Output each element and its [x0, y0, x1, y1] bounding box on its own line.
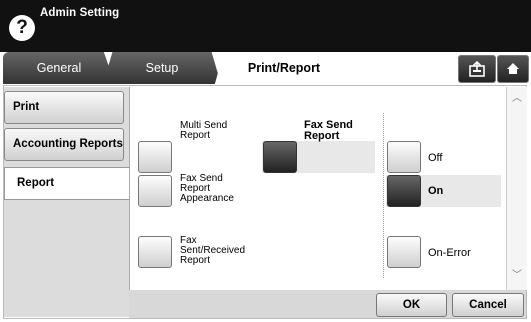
fax-send-report-button[interactable] [263, 141, 297, 173]
sidebar-item-report[interactable]: Report [4, 167, 129, 200]
export-button[interactable] [458, 55, 496, 83]
tab-setup[interactable]: Setup [103, 52, 221, 84]
sidebar-item-accounting-reports[interactable]: Accounting Reports [4, 128, 124, 161]
export-icon [469, 60, 485, 77]
multi-send-report-button[interactable] [138, 141, 172, 173]
on-error-button[interactable] [387, 236, 421, 268]
fax-sent-received-report-button[interactable] [138, 236, 172, 268]
home-icon [507, 63, 519, 74]
multi-send-report-label: Multi Send Report [180, 120, 228, 141]
help-icon[interactable]: ? [9, 15, 35, 41]
fax-send-report-appearance-button[interactable] [138, 175, 172, 207]
scroll-down-icon[interactable]: ﹀ [511, 270, 523, 282]
ok-button[interactable]: OK [376, 293, 447, 317]
on-button[interactable] [387, 175, 421, 207]
title-bar: ? Admin Setting [0, 0, 531, 52]
sidebar-item-print[interactable]: Print [4, 91, 124, 124]
fax-send-report-label: Fax Send Report [304, 119, 353, 142]
scroll-up-icon[interactable]: ︿ [511, 93, 523, 105]
off-button[interactable] [387, 141, 421, 173]
tab-general[interactable]: General [3, 52, 115, 84]
off-label: Off [428, 152, 443, 164]
on-error-label: On-Error [428, 247, 471, 259]
fax-send-report-appearance-label: Fax Send Report Appearance [180, 173, 234, 204]
window-title: Admin Setting [40, 7, 120, 19]
options-divider [383, 113, 384, 278]
on-label: On [428, 185, 444, 197]
fax-sent-received-report-label: Fax Sent/Received Report [180, 235, 246, 266]
scrollbar[interactable]: ︿ ﹀ [506, 87, 527, 290]
home-button[interactable] [497, 55, 529, 83]
cancel-button[interactable]: Cancel [452, 293, 524, 317]
tab-print-report[interactable]: Print/Report [214, 52, 354, 87]
